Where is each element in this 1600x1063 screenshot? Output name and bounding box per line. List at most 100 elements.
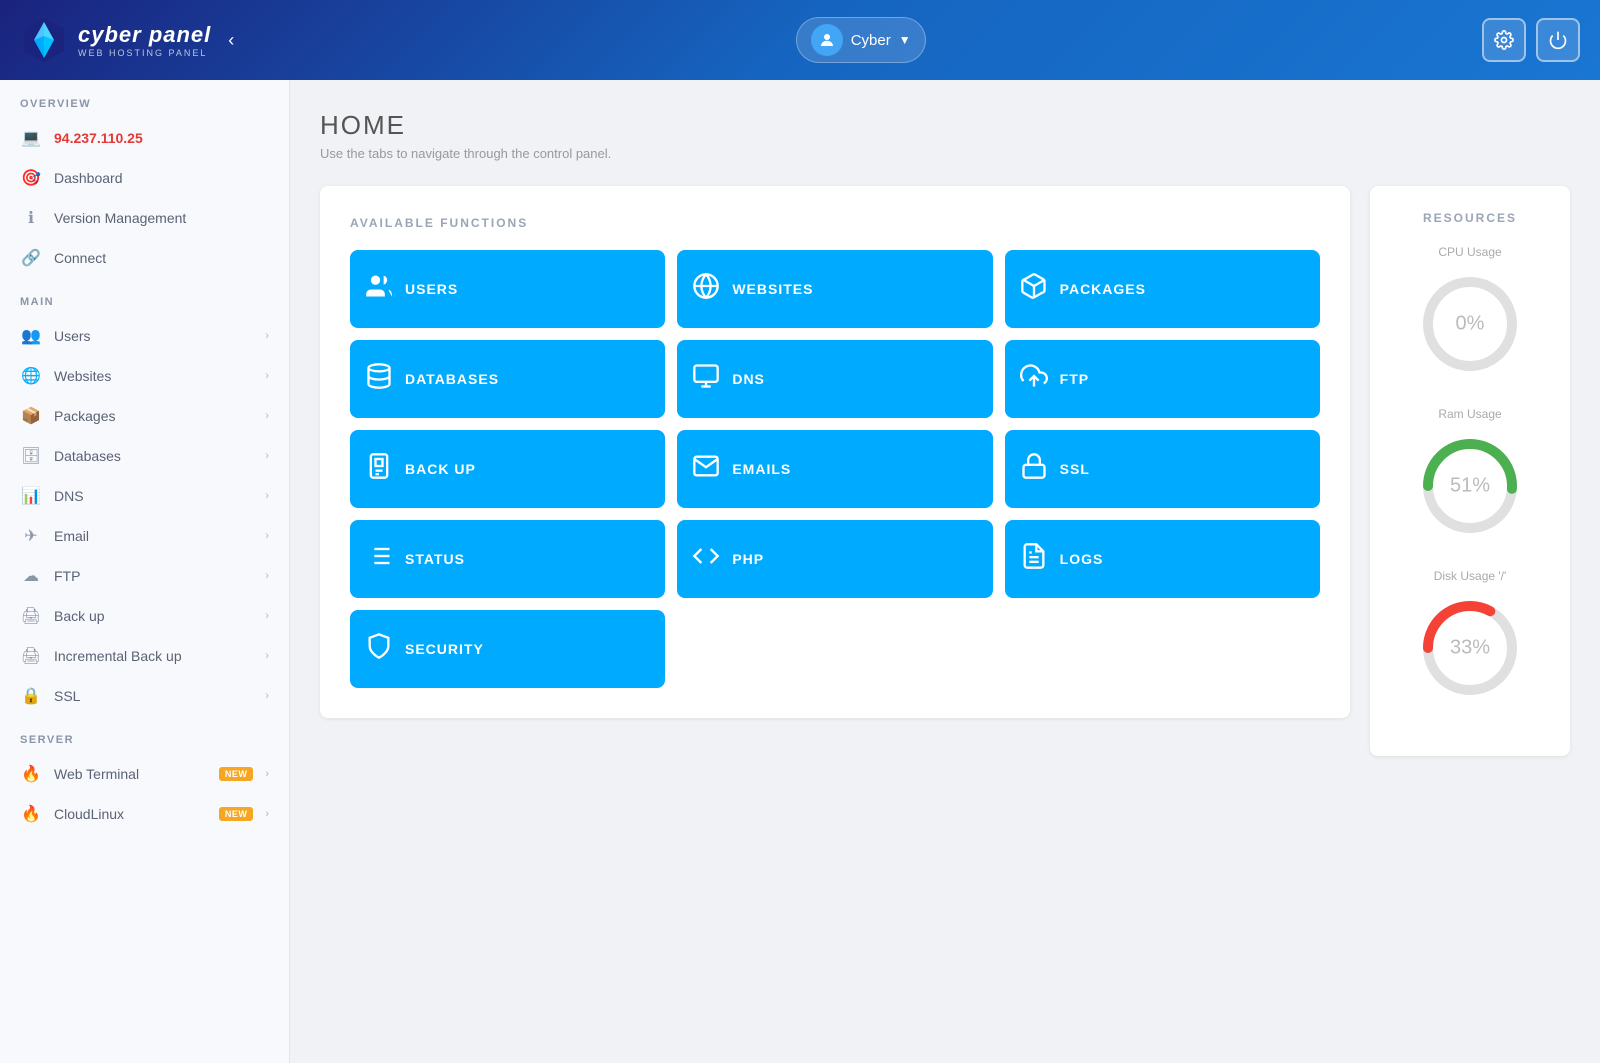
sidebar-label-backup: Back up [54, 608, 253, 624]
logo-text: cyber panel WEB HOSTING PANEL [78, 22, 211, 58]
status-func-icon [365, 542, 393, 576]
sidebar-label-version: Version Management [54, 210, 269, 226]
content-grid: AVAILABLE FUNCTIONS USERS WEBSITES [320, 186, 1570, 756]
emails-func-label: EMAILS [732, 461, 791, 477]
function-button-php[interactable]: PHP [677, 520, 992, 598]
main-section-title: MAIN [0, 278, 289, 316]
databases-icon: 🗄 [20, 446, 42, 466]
sidebar-item-dns[interactable]: 📊 DNS › [0, 476, 289, 516]
web-terminal-icon: 🔥 [20, 764, 42, 784]
ssl-icon: 🔒 [20, 686, 42, 706]
ip-address: 94.237.110.25 [54, 130, 269, 146]
function-button-websites[interactable]: WEBSITES [677, 250, 992, 328]
sidebar-label-websites: Websites [54, 368, 253, 384]
sidebar-item-web-terminal[interactable]: 🔥 Web Terminal NEW › [0, 754, 289, 794]
power-button[interactable] [1536, 18, 1580, 62]
dns-icon: 📊 [20, 486, 42, 506]
sidebar-item-dashboard[interactable]: 🎯 Dashboard [0, 158, 289, 198]
cloudlinux-icon: 🔥 [20, 804, 42, 824]
websites-func-icon [692, 272, 720, 306]
overview-section-title: OVERVIEW [0, 80, 289, 118]
sidebar-item-connect[interactable]: 🔗 Connect [0, 238, 289, 278]
sidebar-label-incremental-backup: Incremental Back up [54, 648, 253, 664]
sidebar-item-ip[interactable]: 💻 94.237.110.25 [0, 118, 289, 158]
cpu-value: 0% [1456, 313, 1485, 336]
function-button-users[interactable]: USERS [350, 250, 665, 328]
user-avatar [811, 24, 843, 56]
chevron-right-icon: › [265, 650, 269, 662]
sidebar-item-packages[interactable]: 📦 Packages › [0, 396, 289, 436]
new-badge-web-terminal: NEW [219, 767, 254, 781]
main-layout: OVERVIEW 💻 94.237.110.25 🎯 Dashboard ℹ V… [0, 80, 1600, 1063]
disk-label: Disk Usage '/' [1434, 569, 1507, 583]
page-subtitle: Use the tabs to navigate through the con… [320, 146, 1570, 161]
sidebar-label-web-terminal: Web Terminal [54, 766, 207, 782]
function-button-dns[interactable]: DNS [677, 340, 992, 418]
ram-label: Ram Usage [1438, 407, 1501, 421]
user-dropdown[interactable]: Cyber ▼ [796, 17, 926, 63]
chevron-right-icon: › [265, 768, 269, 780]
functions-grid: USERS WEBSITES PACKAGES [350, 250, 1320, 688]
header: cyber panel WEB HOSTING PANEL ‹ Cyber ▼ [0, 0, 1600, 80]
settings-button[interactable] [1482, 18, 1526, 62]
function-button-emails[interactable]: EMAILS [677, 430, 992, 508]
sidebar-label-connect: Connect [54, 250, 269, 266]
backup-icon: 🖨 [20, 606, 42, 626]
new-badge-cloudlinux: NEW [219, 807, 254, 821]
chevron-right-icon: › [265, 530, 269, 542]
emails-func-icon [692, 452, 720, 486]
logs-func-label: LOGS [1060, 551, 1104, 567]
function-button-ssl[interactable]: SSL [1005, 430, 1320, 508]
function-button-logs[interactable]: LOGS [1005, 520, 1320, 598]
sidebar-item-users[interactable]: 👥 Users › [0, 316, 289, 356]
logo: cyber panel WEB HOSTING PANEL [20, 16, 211, 64]
function-button-backup[interactable]: BACK UP [350, 430, 665, 508]
chevron-right-icon: › [265, 570, 269, 582]
chevron-right-icon: › [265, 450, 269, 462]
connect-icon: 🔗 [20, 248, 42, 268]
ftp-func-icon [1020, 362, 1048, 396]
sidebar-item-ssl[interactable]: 🔒 SSL › [0, 676, 289, 716]
header-left: cyber panel WEB HOSTING PANEL ‹ [20, 16, 239, 64]
sidebar-item-databases[interactable]: 🗄 Databases › [0, 436, 289, 476]
status-func-label: STATUS [405, 551, 465, 567]
resources-panel: RESOURCES CPU Usage 0% Ram Usage [1370, 186, 1570, 756]
chevron-down-icon: ▼ [899, 33, 911, 47]
sidebar-item-ftp[interactable]: ☁ FTP › [0, 556, 289, 596]
function-button-databases[interactable]: DATABASES [350, 340, 665, 418]
websites-icon: 🌐 [20, 366, 42, 386]
dns-func-icon [692, 362, 720, 396]
sidebar-label-databases: Databases [54, 448, 253, 464]
function-button-ftp[interactable]: FTP [1005, 340, 1320, 418]
chevron-right-icon: › [265, 370, 269, 382]
function-button-security[interactable]: SECURITY [350, 610, 665, 688]
sidebar-item-incremental-backup[interactable]: 🖨 Incremental Back up › [0, 636, 289, 676]
packages-icon: 📦 [20, 406, 42, 426]
users-func-label: USERS [405, 281, 458, 297]
page-title: HOME [320, 110, 1570, 141]
info-icon: ℹ [20, 208, 42, 228]
databases-func-icon [365, 362, 393, 396]
php-func-label: PHP [732, 551, 764, 567]
php-func-icon [692, 542, 720, 576]
sidebar-label-ftp: FTP [54, 568, 253, 584]
function-button-status[interactable]: STATUS [350, 520, 665, 598]
dashboard-icon: 🎯 [20, 168, 42, 188]
sidebar-label-dashboard: Dashboard [54, 170, 269, 186]
logo-subtitle: WEB HOSTING PANEL [78, 48, 211, 58]
cpu-label: CPU Usage [1438, 245, 1501, 259]
users-icon: 👥 [20, 326, 42, 346]
ftp-icon: ☁ [20, 566, 42, 586]
sidebar-item-email[interactable]: ✈ Email › [0, 516, 289, 556]
sidebar-item-websites[interactable]: 🌐 Websites › [0, 356, 289, 396]
ssl-func-icon [1020, 452, 1048, 486]
main-content: HOME Use the tabs to navigate through th… [290, 80, 1600, 1063]
sidebar-label-cloudlinux: CloudLinux [54, 806, 207, 822]
sidebar-collapse-button[interactable]: ‹ [223, 25, 239, 56]
sidebar-item-version-management[interactable]: ℹ Version Management [0, 198, 289, 238]
sidebar-label-packages: Packages [54, 408, 253, 424]
sidebar-item-backup[interactable]: 🖨 Back up › [0, 596, 289, 636]
function-button-packages[interactable]: PACKAGES [1005, 250, 1320, 328]
sidebar-item-cloudlinux[interactable]: 🔥 CloudLinux NEW › [0, 794, 289, 834]
header-actions [1482, 18, 1580, 62]
